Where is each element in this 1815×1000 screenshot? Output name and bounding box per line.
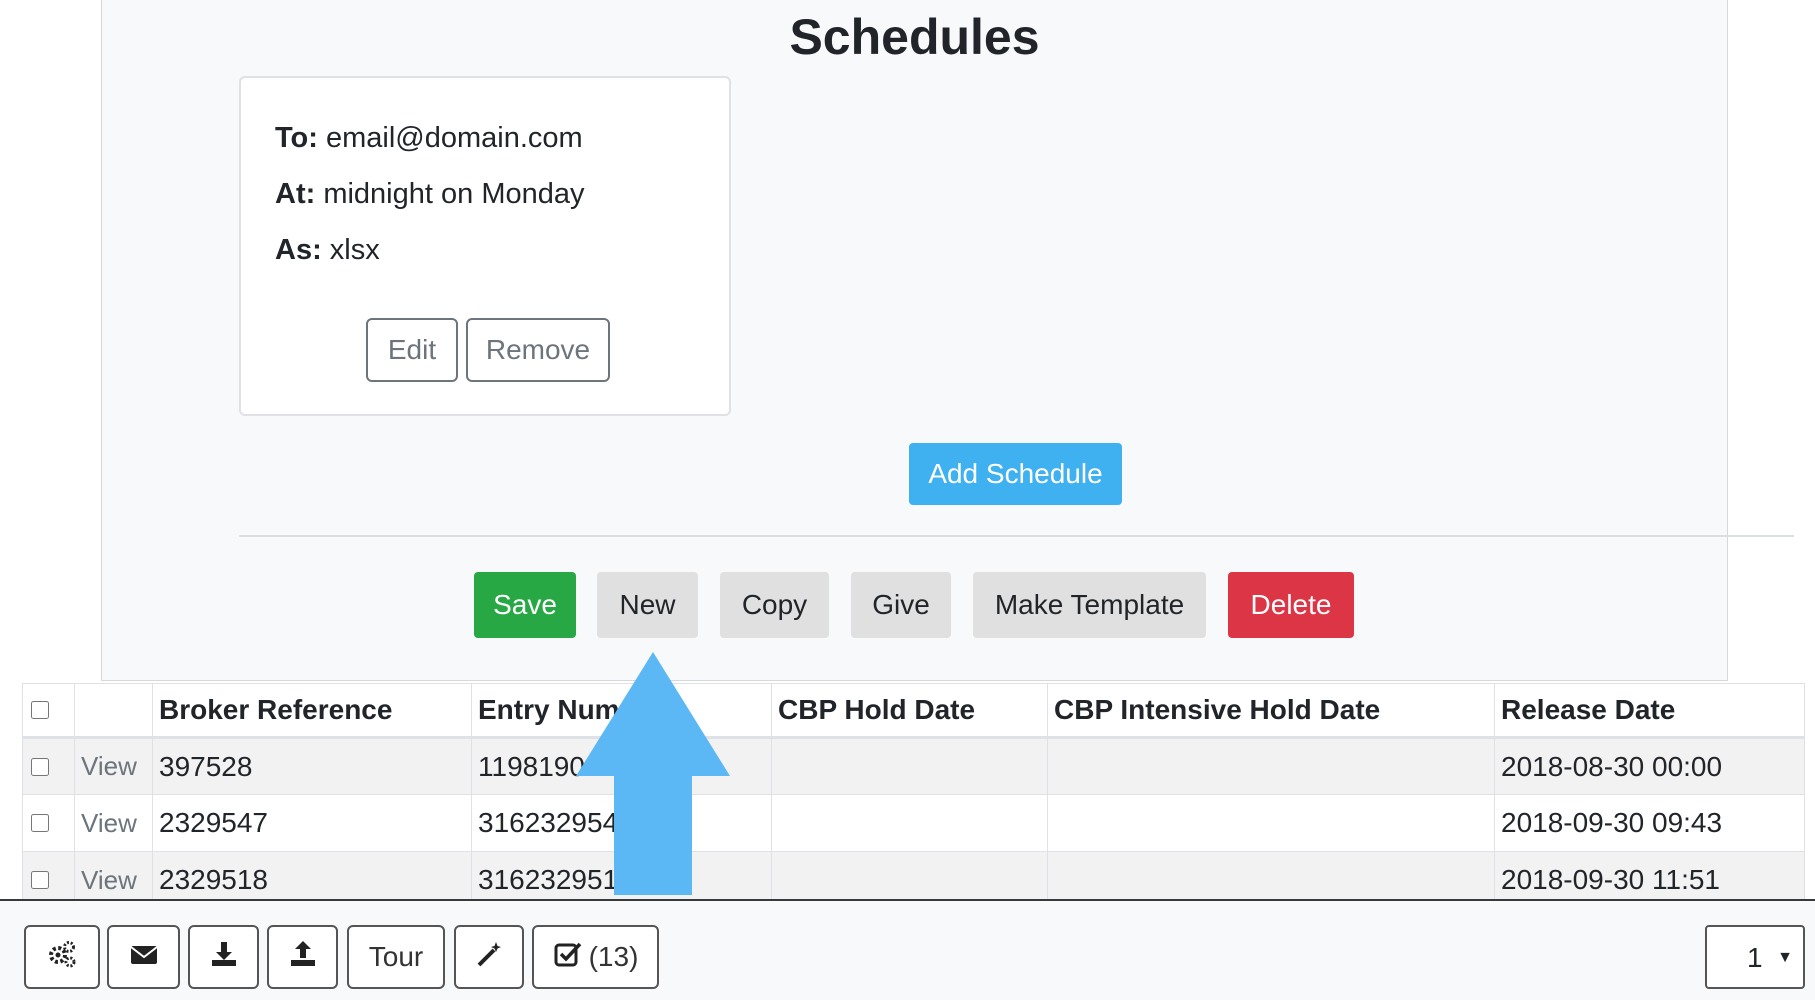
at-label: At: bbox=[275, 178, 316, 210]
tour-button[interactable]: Tour bbox=[347, 925, 445, 989]
select-all-cell bbox=[22, 683, 75, 739]
save-button[interactable]: Save bbox=[474, 572, 576, 638]
row-checkbox[interactable] bbox=[31, 871, 49, 889]
row-select-cell bbox=[22, 794, 75, 852]
add-schedule-button[interactable]: Add Schedule bbox=[909, 443, 1122, 505]
schedule-as: As: xlsx bbox=[275, 234, 380, 267]
as-label: As: bbox=[275, 234, 322, 266]
view-link[interactable]: View bbox=[74, 737, 153, 795]
entries-table: Broker Reference Entry Num CBP Hold Date… bbox=[22, 683, 1805, 909]
give-button[interactable]: Give bbox=[851, 572, 951, 638]
schedule-to: To: email@domain.com bbox=[275, 122, 583, 155]
tour-pointer-arrow-icon bbox=[576, 652, 730, 895]
magic-wand-icon bbox=[474, 939, 504, 976]
schedules-panel: Schedules To: email@domain.com At: midni… bbox=[101, 0, 1794, 681]
table-header-row: Broker Reference Entry Num CBP Hold Date… bbox=[22, 683, 1805, 739]
view-link[interactable]: View bbox=[74, 794, 153, 852]
select-all-checkbox[interactable] bbox=[31, 701, 49, 719]
to-value: email@domain.com bbox=[326, 122, 583, 154]
copy-button[interactable]: Copy bbox=[720, 572, 829, 638]
schedule-card: To: email@domain.com At: midnight on Mon… bbox=[239, 76, 731, 416]
at-value: midnight on Monday bbox=[323, 178, 585, 210]
view-column-header bbox=[74, 683, 153, 739]
cbp-hold-date-cell bbox=[771, 794, 1048, 852]
upload-icon bbox=[288, 939, 318, 976]
table-row: View 397528 1198190 2018-08-30 00:00 bbox=[22, 737, 1805, 795]
chevron-down-icon: ▼ bbox=[1777, 949, 1793, 966]
settings-button[interactable] bbox=[24, 925, 100, 989]
upload-button[interactable] bbox=[267, 925, 338, 989]
row-checkbox[interactable] bbox=[31, 757, 49, 776]
release-date-cell: 2018-08-30 00:00 bbox=[1494, 737, 1805, 795]
schedule-at: At: midnight on Monday bbox=[275, 178, 584, 211]
cbp-intensive-hold-date-cell bbox=[1047, 794, 1495, 852]
envelope-icon bbox=[129, 939, 159, 976]
download-icon bbox=[209, 939, 239, 976]
to-label: To: bbox=[275, 122, 318, 154]
broker-reference-cell: 2329547 bbox=[152, 794, 472, 852]
row-select-cell bbox=[22, 737, 75, 795]
cbp-intensive-hold-date-header[interactable]: CBP Intensive Hold Date bbox=[1047, 683, 1495, 739]
row-checkbox[interactable] bbox=[31, 814, 49, 832]
table-row: View 2329547 316232954 2018-09-30 09:43 bbox=[22, 794, 1805, 852]
edit-schedule-button[interactable]: Edit bbox=[366, 318, 458, 382]
cbp-hold-date-header[interactable]: CBP Hold Date bbox=[771, 683, 1048, 739]
tasks-count: (13) bbox=[588, 941, 639, 972]
delete-button[interactable]: Delete bbox=[1228, 572, 1354, 638]
email-button[interactable] bbox=[107, 925, 180, 989]
page-select[interactable]: 1 ▼ bbox=[1705, 925, 1805, 989]
broker-reference-header[interactable]: Broker Reference bbox=[152, 683, 472, 739]
footer-toolbar: Tour (13) 1 ▼ bbox=[0, 899, 1815, 1000]
gears-icon bbox=[47, 939, 77, 976]
new-button[interactable]: New bbox=[597, 572, 698, 638]
cbp-intensive-hold-date-cell bbox=[1047, 737, 1495, 795]
broker-reference-cell: 397528 bbox=[152, 737, 472, 795]
make-template-button[interactable]: Make Template bbox=[973, 572, 1206, 638]
release-date-cell: 2018-09-30 09:43 bbox=[1494, 794, 1805, 852]
release-date-header[interactable]: Release Date bbox=[1494, 683, 1805, 739]
divider bbox=[239, 535, 1794, 537]
as-value: xlsx bbox=[329, 234, 380, 266]
magic-button[interactable] bbox=[454, 925, 524, 989]
remove-schedule-button[interactable]: Remove bbox=[466, 318, 610, 382]
checkbox-icon bbox=[553, 939, 583, 976]
page-select-value: 1 bbox=[1747, 942, 1763, 973]
tasks-button[interactable]: (13) bbox=[532, 925, 659, 989]
page-title: Schedules bbox=[789, 9, 1040, 65]
download-button[interactable] bbox=[188, 925, 259, 989]
cbp-hold-date-cell bbox=[771, 737, 1048, 795]
